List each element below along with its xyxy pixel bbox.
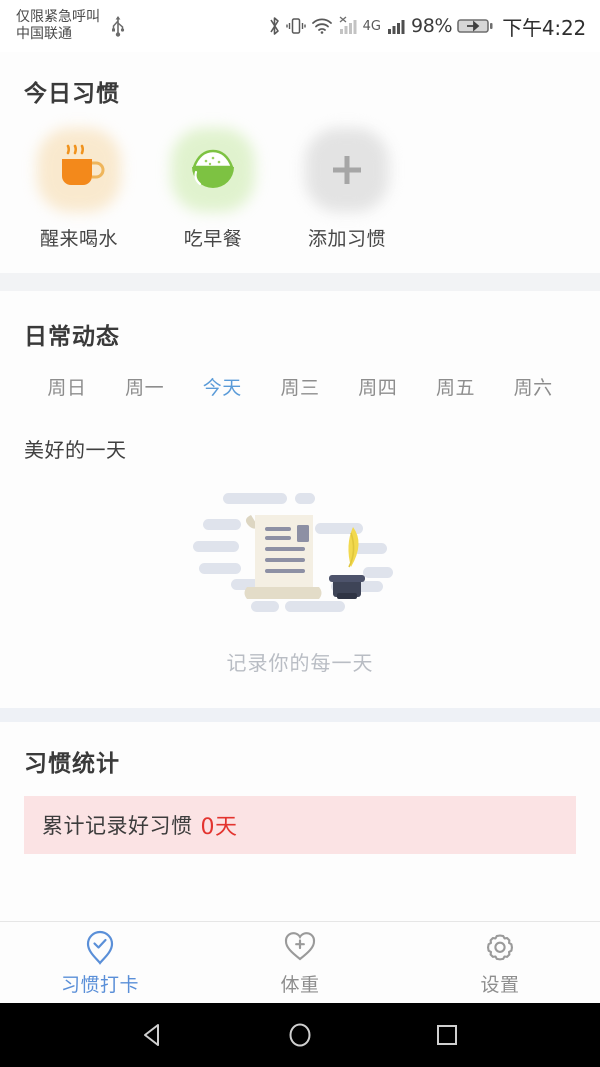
usb-icon: [110, 15, 126, 37]
mood-text: 美好的一天: [24, 438, 127, 462]
weekday-tab-thursday[interactable]: 周四: [339, 373, 417, 400]
status-bar: 仅限紧急呼叫 中国联通 4G 98% 下午4:22: [0, 0, 600, 52]
back-triangle-icon[interactable]: [136, 1018, 170, 1052]
cup-of-water-icon: [48, 139, 110, 201]
stats-section-title: 习惯统计: [24, 751, 120, 777]
habit-icon-container: [165, 126, 261, 214]
scroll-and-quill-icon: [185, 481, 415, 641]
habits-section-title: 今日习惯: [24, 81, 120, 107]
habit-item-drink-water[interactable]: 醒来喝水: [24, 126, 134, 251]
carrier-line-2: 中国联通: [16, 26, 72, 42]
bottom-navigation-bar: 习惯打卡 体重 设置: [0, 921, 600, 1003]
todays-habits-section: 今日习惯 醒来喝水 吃早餐 添加习惯: [0, 52, 600, 273]
status-bar-clock: 下午4:22: [502, 15, 586, 40]
section-divider-1: [0, 273, 600, 291]
vibrate-icon: [285, 15, 306, 37]
nav-label: 设置: [480, 974, 520, 996]
habit-item-breakfast[interactable]: 吃早餐: [158, 126, 268, 251]
daily-activity-section: 日常动态 周日 周一 今天 周三 周四 周五 周六 美好的一天 记录你的每一天: [0, 291, 600, 708]
nav-label: 习惯打卡: [60, 974, 139, 996]
battery-percent-label: 98%: [410, 15, 453, 37]
weekday-tabs: 周日 周一 今天 周三 周四 周五 周六: [24, 373, 576, 400]
status-bar-right: 4G 98% 下午4:22: [268, 12, 586, 41]
habit-label: 吃早餐: [183, 228, 243, 250]
habit-list: 醒来喝水 吃早餐 添加习惯: [24, 126, 576, 251]
nav-label: 体重: [280, 974, 320, 996]
nav-item-habit-checkin[interactable]: 习惯打卡: [0, 928, 200, 997]
rice-bowl-icon: [182, 139, 244, 201]
weekday-tab-friday[interactable]: 周五: [417, 373, 495, 400]
network-type-label: 4G: [362, 18, 381, 34]
pin-check-icon: [83, 928, 117, 966]
plus-icon[interactable]: [326, 149, 368, 191]
stats-banner-count: 0天: [200, 815, 238, 840]
nav-item-weight[interactable]: 体重: [200, 928, 400, 997]
habit-label: 醒来喝水: [39, 228, 118, 250]
habit-icon-container: [31, 126, 127, 214]
home-circle-icon[interactable]: [283, 1018, 317, 1052]
signal-no-service-icon: [338, 15, 358, 37]
bluetooth-icon: [268, 15, 281, 37]
phone-screen: 仅限紧急呼叫 中国联通 4G 98% 下午4:22 今日习惯 醒来喝水 吃早餐 …: [0, 0, 600, 1067]
wifi-icon: [311, 15, 333, 37]
status-bar-left: 仅限紧急呼叫 中国联通: [16, 9, 126, 43]
weekday-tab-today[interactable]: 今天: [183, 373, 261, 400]
weekday-tab-monday[interactable]: 周一: [106, 373, 184, 400]
habit-label: 添加习惯: [307, 228, 386, 250]
stats-banner: 累计记录好习惯 0天: [24, 796, 576, 854]
empty-state: 记录你的每一天: [24, 481, 576, 700]
habit-icon-container: [299, 126, 395, 214]
habit-statistics-section: 习惯统计 累计记录好习惯 0天: [0, 722, 600, 870]
heart-plus-icon: [283, 928, 317, 966]
android-system-navigation: [0, 1003, 600, 1067]
signal-bars-icon: [386, 15, 406, 37]
weekday-tab-wednesday[interactable]: 周三: [261, 373, 339, 400]
carrier-line-1: 仅限紧急呼叫: [16, 9, 100, 25]
weekday-tab-saturday[interactable]: 周六: [494, 373, 572, 400]
stats-banner-text: 累计记录好习惯: [42, 814, 193, 838]
recents-square-icon[interactable]: [430, 1018, 464, 1052]
daily-section-title: 日常动态: [24, 324, 120, 350]
empty-state-caption: 记录你的每一天: [226, 651, 374, 675]
habit-item-add-habit[interactable]: 添加习惯: [292, 126, 402, 251]
battery-charging-icon: [457, 15, 493, 37]
carrier-text: 仅限紧急呼叫 中国联通: [16, 9, 100, 43]
section-divider-2: [0, 708, 600, 722]
content-spacer: [0, 870, 600, 921]
weekday-tab-sunday[interactable]: 周日: [28, 373, 106, 400]
gear-icon: [483, 928, 517, 966]
nav-item-settings[interactable]: 设置: [400, 928, 600, 997]
